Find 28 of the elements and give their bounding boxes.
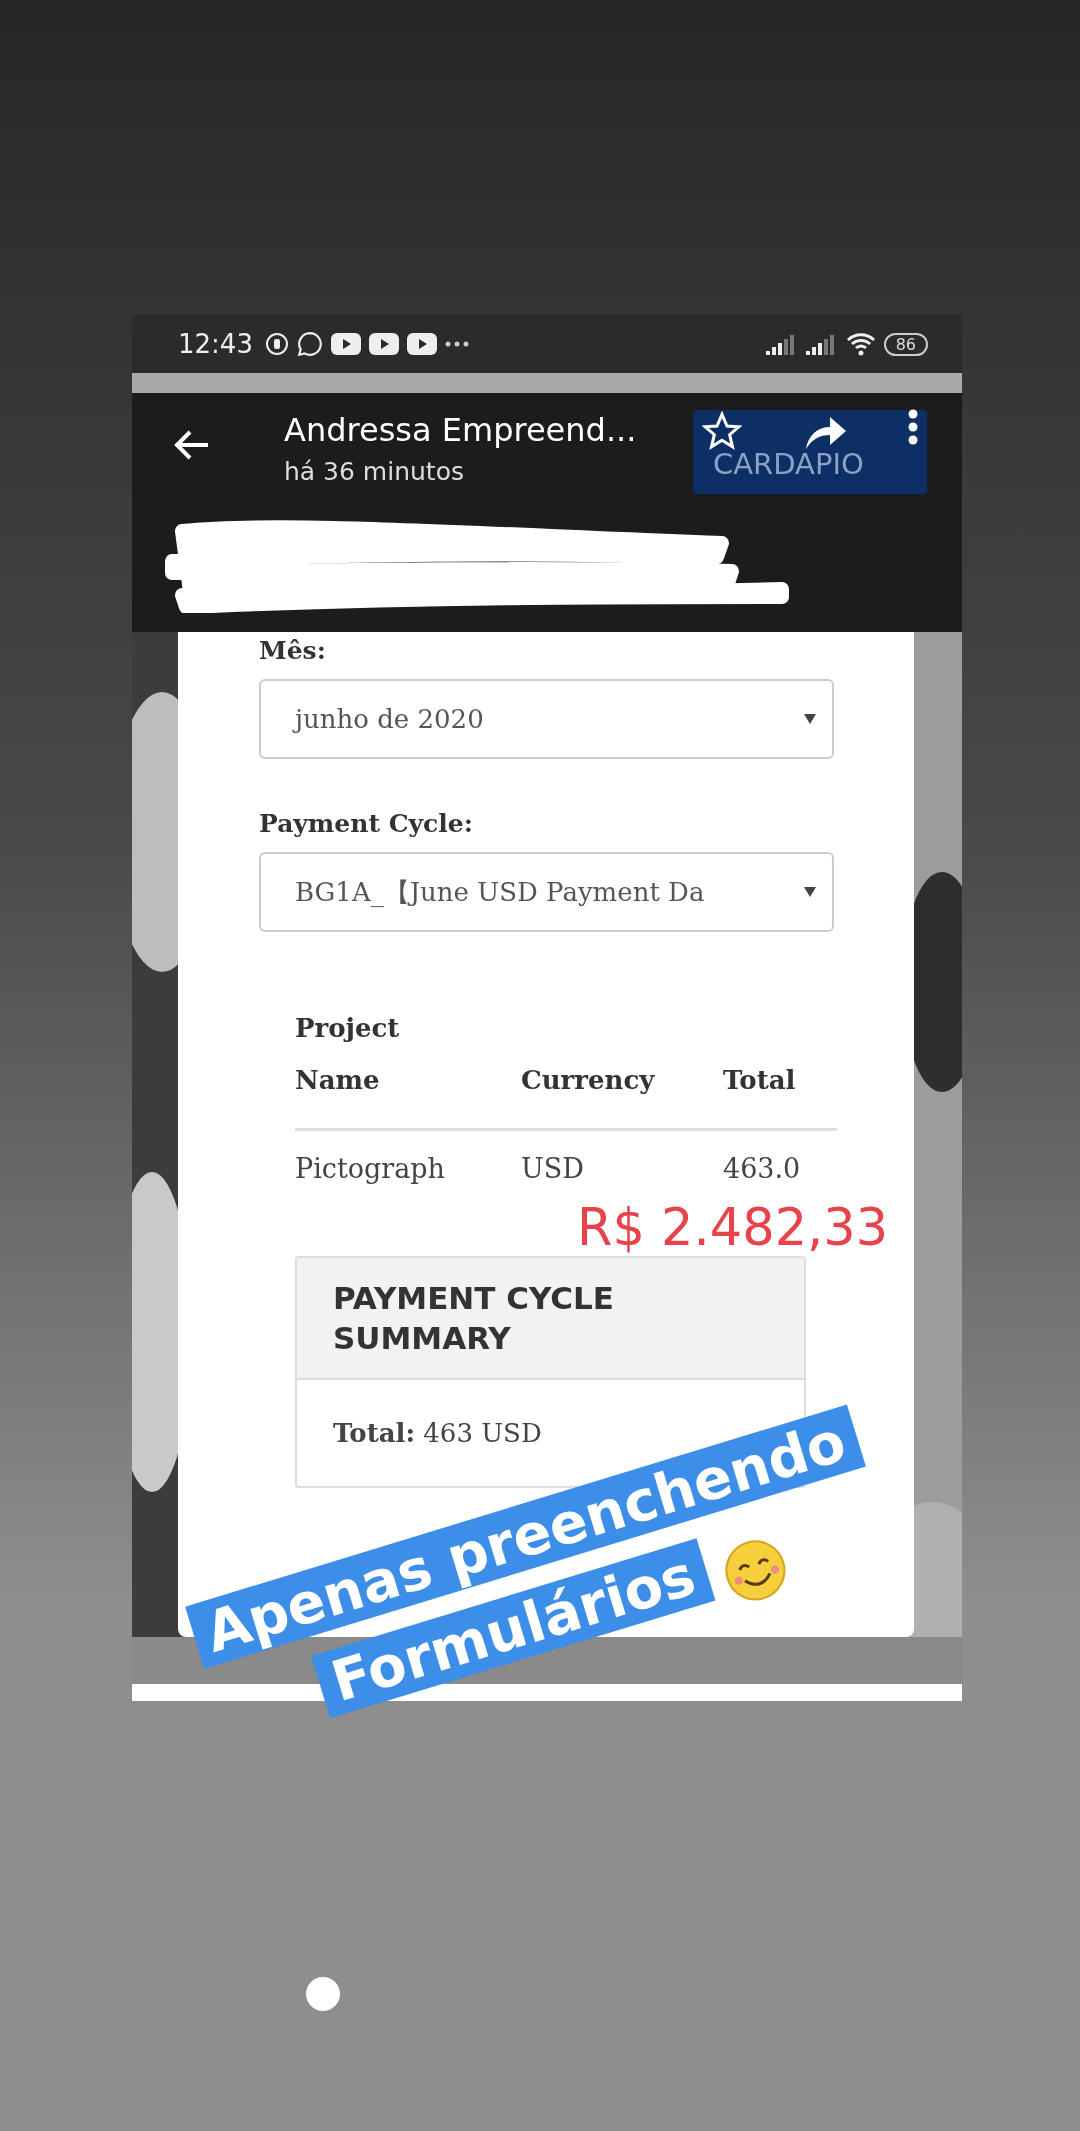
column-header: Total	[723, 1064, 797, 1097]
dropdown-caret-icon	[804, 714, 816, 724]
b-circle-icon	[264, 332, 289, 356]
status-time: 12:43	[178, 329, 253, 359]
menu-button[interactable]: CARDAPIO	[693, 410, 927, 494]
amount-overlay: R$ 2.482,33	[577, 1198, 889, 1257]
play-icon	[406, 333, 437, 355]
column-header: Currency	[521, 1064, 656, 1097]
play-icon	[330, 333, 361, 355]
play-icon	[368, 333, 399, 355]
chat-bubble-icon	[296, 331, 323, 357]
table-cell-text: Pictograph	[295, 1152, 446, 1184]
field-label: Payment Cycle:	[259, 809, 473, 838]
table-cell-text: USD	[521, 1152, 585, 1184]
page-title: Andressa Empreend...	[284, 411, 637, 449]
dropdown-caret-icon	[804, 887, 816, 897]
column-header: Project Name	[295, 1012, 400, 1097]
dropdown-field[interactable]: junho de 2020	[259, 679, 834, 759]
more-icon	[444, 341, 469, 347]
field-label: Mês:	[259, 636, 326, 665]
battery-level: 86	[883, 332, 928, 356]
post-time: há 36 minutos	[284, 457, 464, 486]
wifi-icon	[845, 332, 876, 356]
dropdown-field[interactable]: BG1A_【June USD Payment Da	[259, 852, 834, 932]
star-icon[interactable]	[702, 411, 742, 451]
summary-title: PAYMENT CYCLE SUMMARY	[333, 1280, 615, 1356]
table-cell-text: 463.0	[723, 1152, 802, 1184]
progress-dot	[306, 1977, 340, 2011]
